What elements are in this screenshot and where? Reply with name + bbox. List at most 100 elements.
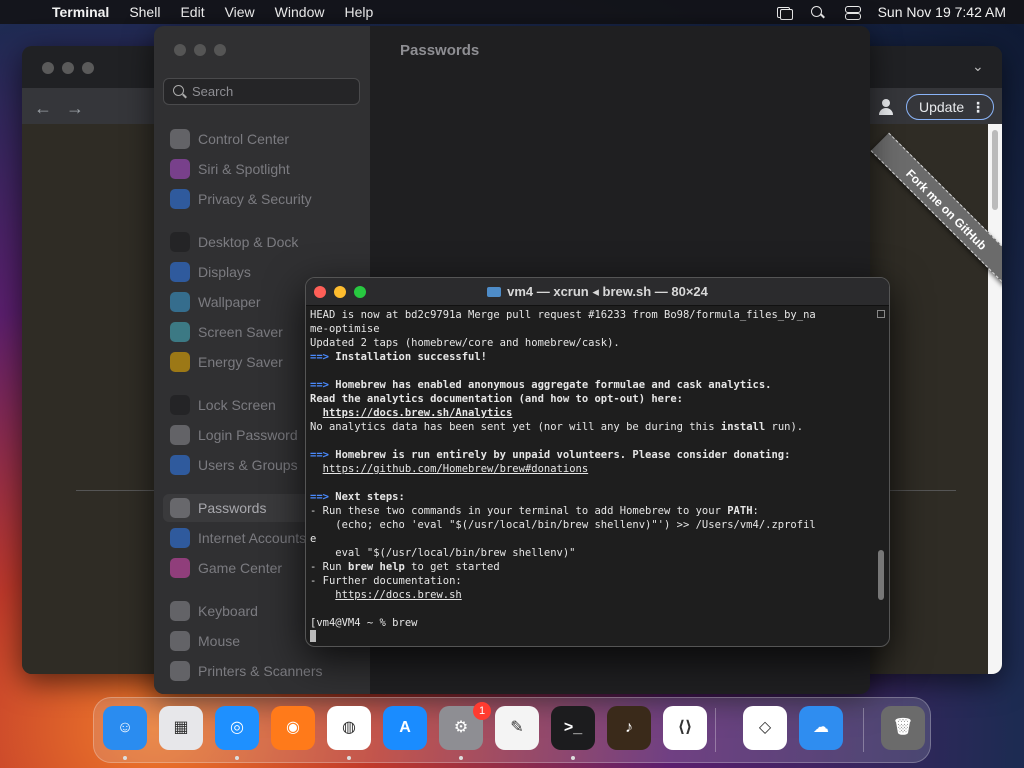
- dock-separator: [863, 708, 864, 752]
- settings-close-button[interactable]: [174, 44, 186, 56]
- terminal-line: https://docs.brew.sh/Analytics: [310, 406, 872, 420]
- terminal-text: ==>: [310, 351, 329, 363]
- login-password-icon: [170, 425, 190, 445]
- profile-icon[interactable]: [877, 98, 895, 116]
- window-switcher-icon[interactable]: [776, 5, 793, 20]
- terminal-link[interactable]: https://docs.brew.sh: [335, 589, 461, 601]
- chrome-icon[interactable]: ◍: [327, 706, 371, 750]
- sidebar-item-label: Privacy & Security: [198, 191, 312, 207]
- firefox-icon[interactable]: ◉: [271, 706, 315, 750]
- terminal-titlebar[interactable]: vm4 — xcrun ◂ brew.sh — 80×24: [306, 278, 889, 306]
- terminal-line: ==> Homebrew has enabled anonymous aggre…: [310, 378, 872, 392]
- terminal-scroll-thumb[interactable]: [878, 549, 884, 600]
- menu-app-name[interactable]: Terminal: [52, 4, 109, 20]
- terminal-text: - Further documentation:: [310, 575, 462, 587]
- running-indicator: [459, 756, 463, 760]
- back-arrow-icon[interactable]: ←: [34, 98, 52, 119]
- menu-clock[interactable]: Sun Nov 19 7:42 AM: [878, 4, 1006, 20]
- page-title: Passwords: [400, 42, 480, 59]
- terminal-link[interactable]: https://github.com/Homebrew/brew#donatio…: [323, 463, 589, 475]
- sidebar-item-siri-spotlight[interactable]: Siri & Spotlight: [163, 155, 363, 183]
- garageband-glyph: ♪: [625, 719, 633, 736]
- forward-arrow-icon[interactable]: →: [66, 98, 84, 119]
- terminal-window[interactable]: vm4 — xcrun ◂ brew.sh — 80×24 HEAD is no…: [305, 277, 890, 647]
- terminal-text: Updated 2 taps (homebrew/core and homebr…: [310, 337, 620, 349]
- sidebar-item-label: Screen Saver: [198, 324, 283, 340]
- terminal-text: me-optimise: [310, 323, 380, 335]
- game-center-icon: [170, 558, 190, 578]
- terminal-text: (echo; echo 'eval "$(/usr/local/bin/brew…: [310, 519, 816, 531]
- sidebar-item-label: Control Center: [198, 131, 290, 147]
- more-options-icon[interactable]: ⋮: [971, 95, 985, 119]
- menu-shell[interactable]: Shell: [129, 4, 160, 20]
- sidebar-item-printers-scanners[interactable]: Printers & Scanners: [163, 657, 363, 685]
- vscode-icon[interactable]: ⟨⟩: [663, 706, 707, 750]
- menu-view[interactable]: View: [225, 4, 255, 20]
- browser-scrollbar[interactable]: [988, 124, 1002, 674]
- browser-close-button[interactable]: [42, 62, 54, 74]
- menu-help[interactable]: Help: [344, 4, 373, 20]
- browser-zoom-button[interactable]: [82, 62, 94, 74]
- terminal-text: [vm4@VM4 ~ % brew: [310, 617, 418, 629]
- settings-search-input[interactable]: Search: [163, 78, 360, 105]
- terminal-line: No analytics data has been sent yet (nor…: [310, 420, 872, 434]
- sidebar-item-label: Users & Groups: [198, 457, 298, 473]
- menu-edit[interactable]: Edit: [180, 4, 204, 20]
- finder-icon[interactable]: ☺: [103, 706, 147, 750]
- terminal-title-text: vm4 — xcrun ◂ brew.sh — 80×24: [507, 284, 708, 299]
- terminal-text: e: [310, 533, 317, 545]
- settings-search-placeholder: Search: [192, 84, 234, 99]
- terminal-text: Homebrew is run entirely by unpaid volun…: [328, 449, 791, 461]
- settings-minimize-button[interactable]: [194, 44, 206, 56]
- privacy-security-icon: [170, 189, 190, 209]
- weather-icon[interactable]: ☁: [799, 706, 843, 750]
- sidebar-item-label: Passwords: [198, 500, 267, 516]
- terminal-line: [vm4@VM4 ~ % brew: [310, 616, 872, 630]
- terminal-text: brew help: [347, 561, 405, 573]
- terminal-icon[interactable]: >_: [551, 706, 595, 750]
- control-center-icon: [170, 129, 190, 149]
- system-settings-icon[interactable]: ⚙ 1: [439, 702, 491, 750]
- launchpad-glyph: ▦: [173, 719, 189, 736]
- trash-icon[interactable]: 🗑: [881, 706, 925, 750]
- browser-scroll-thumb[interactable]: [992, 130, 998, 210]
- running-indicator: [347, 756, 351, 760]
- terminal-output[interactable]: HEAD is now at bd2c9791a Merge pull requ…: [310, 308, 872, 644]
- spotlight-search-icon[interactable]: [810, 5, 826, 19]
- app-store-icon[interactable]: A: [383, 706, 427, 750]
- siri-spotlight-icon: [170, 159, 190, 179]
- sidebar-item-label: Mouse: [198, 633, 241, 649]
- sidebar-item-label: Energy Saver: [198, 354, 283, 370]
- browser-minimize-button[interactable]: [62, 62, 74, 74]
- terminal-line: - Run brew help to get started: [310, 560, 872, 574]
- scroll-marker-icon[interactable]: [877, 310, 885, 318]
- sidebar-item-privacy-security[interactable]: Privacy & Security: [163, 185, 363, 213]
- notification-badge: 1: [473, 702, 491, 720]
- safari-icon[interactable]: ◎: [215, 706, 259, 750]
- control-center-icon[interactable]: [844, 5, 861, 20]
- running-indicator: [571, 756, 575, 760]
- terminal-line: Updated 2 taps (homebrew/core and homebr…: [310, 336, 872, 350]
- sidebar-item-desktop-dock[interactable]: Desktop & Dock: [163, 228, 363, 256]
- textedit-icon[interactable]: ✎: [495, 706, 539, 750]
- weather-glyph: ☁: [813, 719, 829, 736]
- visual-studio-icon[interactable]: ◇: [743, 706, 787, 750]
- garageband-icon[interactable]: ♪: [607, 706, 651, 750]
- internet-accounts-icon: [170, 528, 190, 548]
- terminal-line: https://docs.brew.sh: [310, 588, 872, 602]
- terminal-line: ==> Installation successful!: [310, 350, 872, 364]
- sidebar-item-control-center[interactable]: Control Center: [163, 125, 363, 153]
- desktop-dock-icon: [170, 232, 190, 252]
- update-button[interactable]: Update ⋮: [906, 94, 994, 120]
- displays-icon: [170, 262, 190, 282]
- launchpad-icon[interactable]: ▦: [159, 706, 203, 750]
- settings-zoom-button[interactable]: [214, 44, 226, 56]
- sidebar-item-label: Desktop & Dock: [198, 234, 299, 250]
- wallpaper-icon: [170, 292, 190, 312]
- menu-window[interactable]: Window: [275, 4, 325, 20]
- terminal-scrollbar[interactable]: [875, 308, 887, 644]
- terminal-link[interactable]: https://docs.brew.sh/Analytics: [323, 407, 513, 419]
- tab-search-chevron-icon[interactable]: ⌄: [972, 58, 984, 75]
- terminal-text: HEAD is now at bd2c9791a Merge pull requ…: [310, 309, 816, 321]
